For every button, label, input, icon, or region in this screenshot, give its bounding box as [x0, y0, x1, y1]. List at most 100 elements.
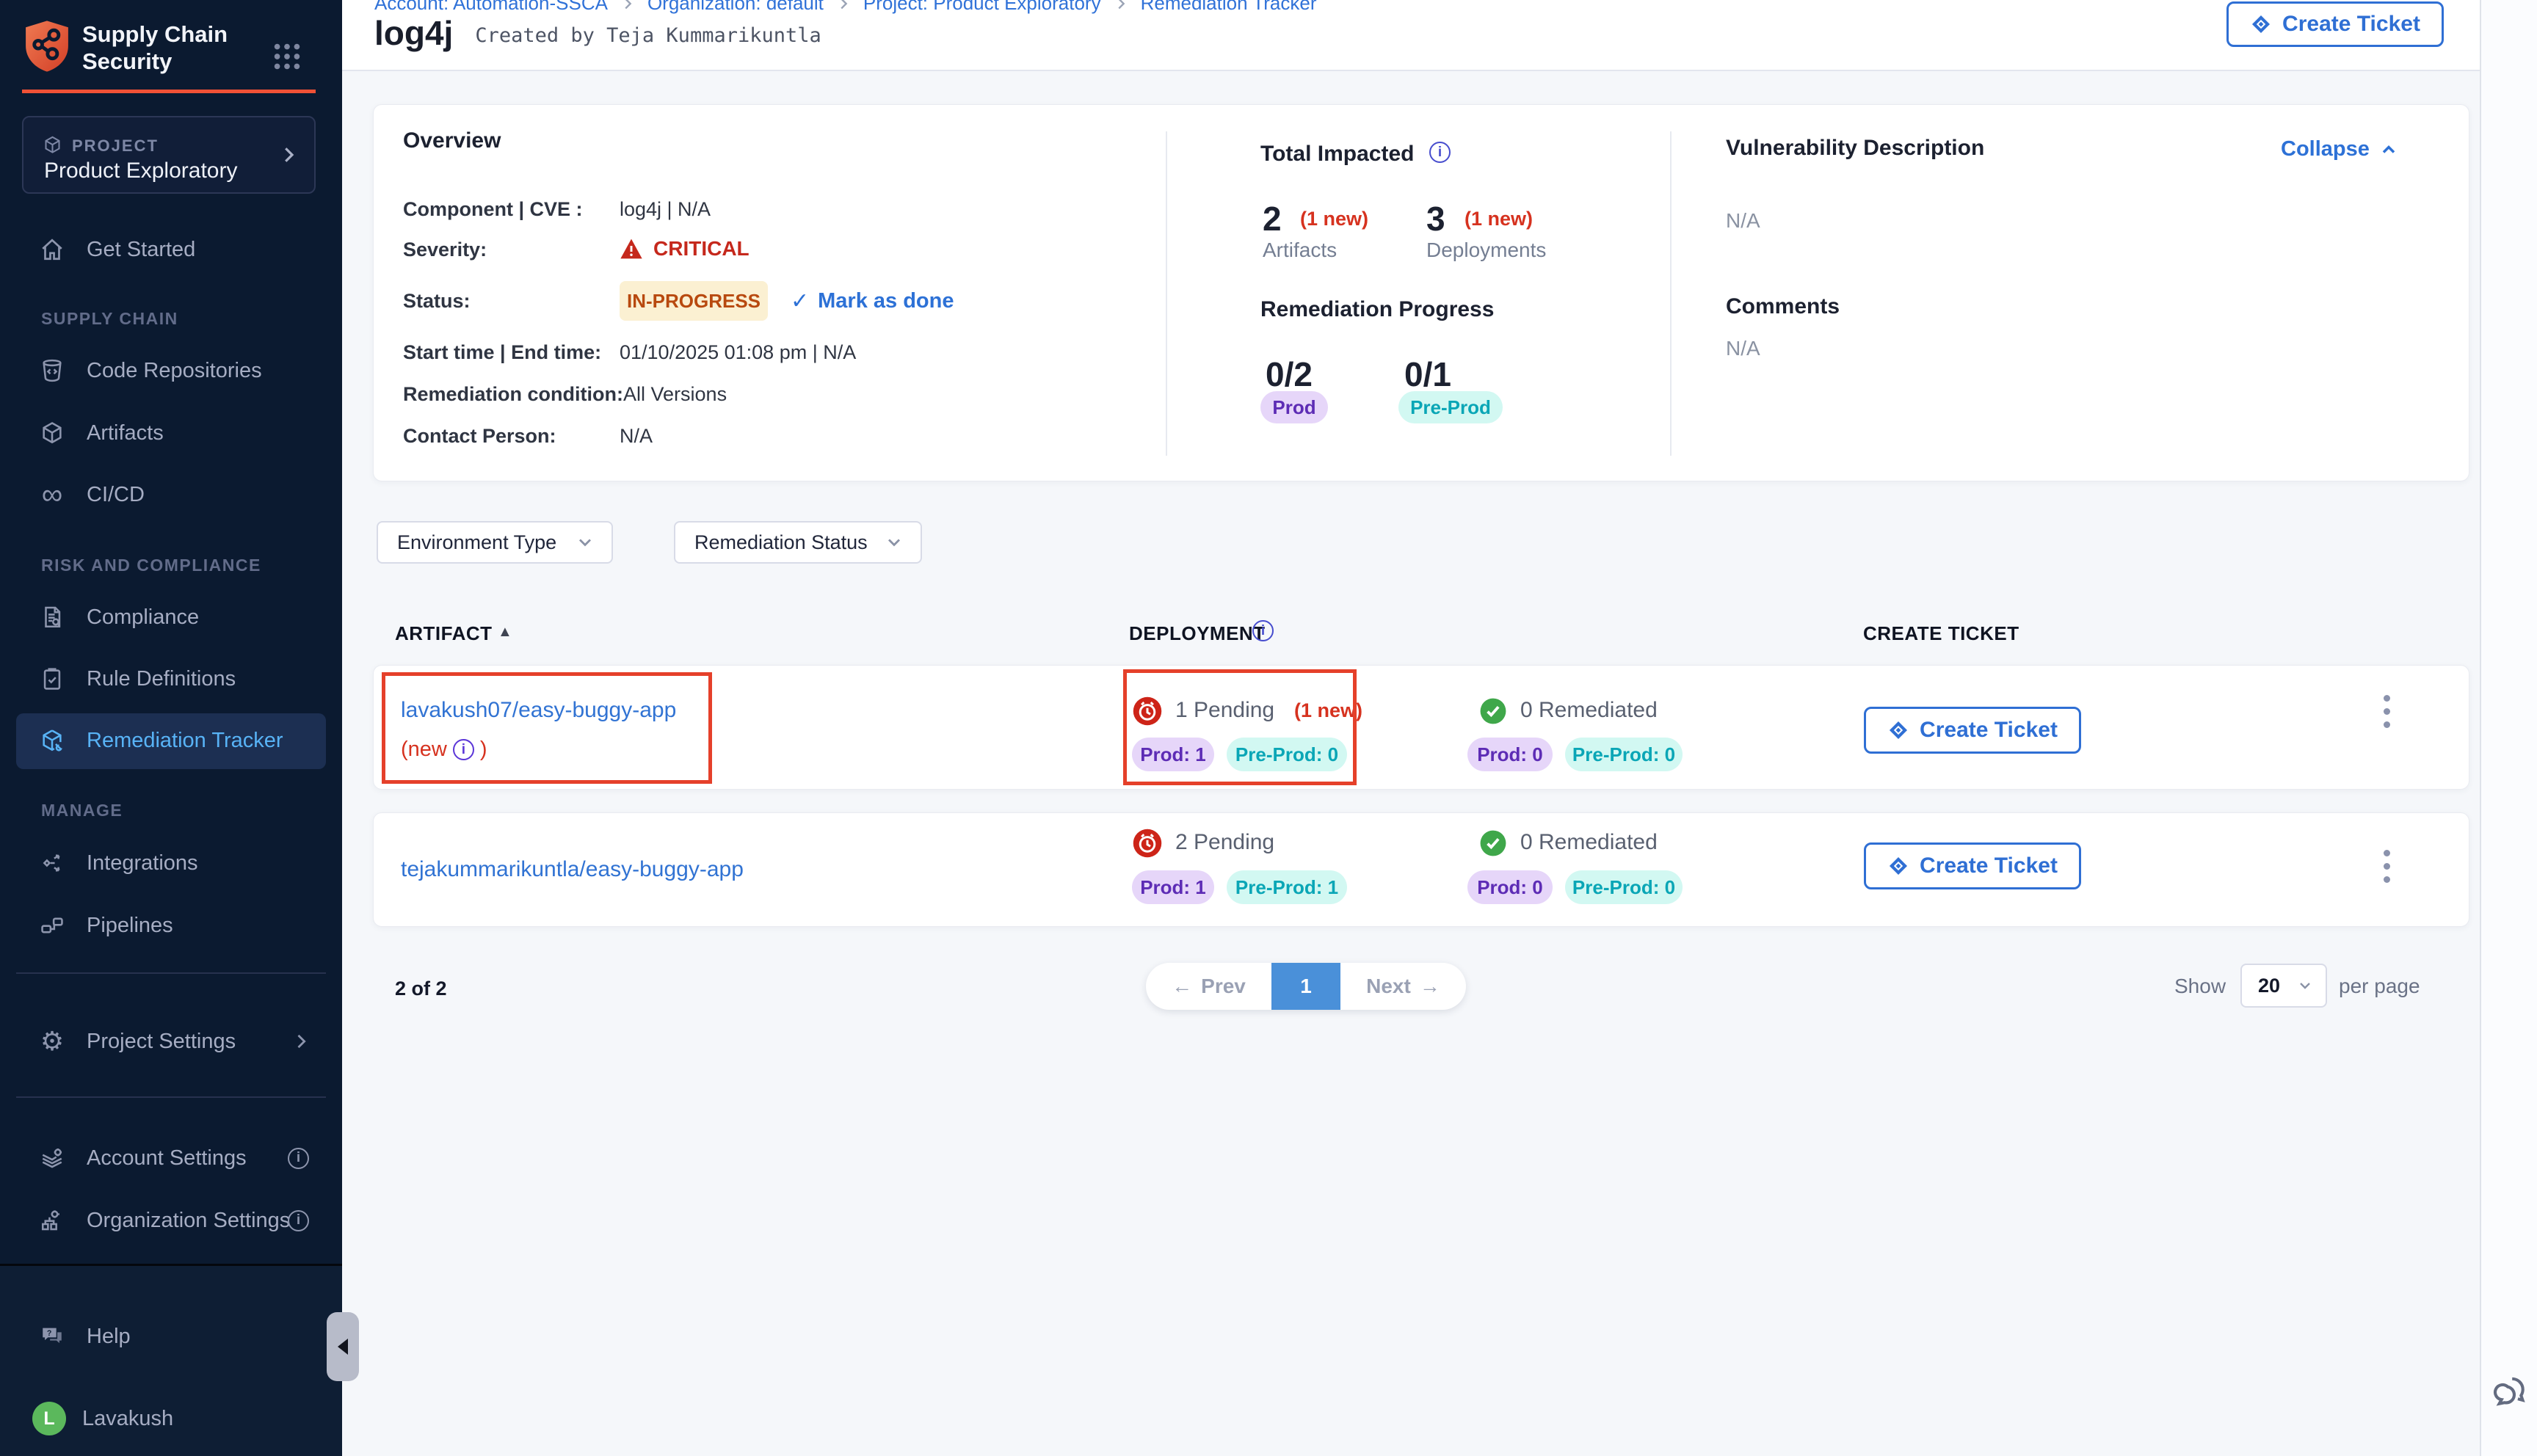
- layers-gear-icon: [38, 1144, 66, 1172]
- deployments-label: Deployments: [1426, 239, 1546, 262]
- create-ticket-button-row[interactable]: Create Ticket: [1864, 842, 2081, 889]
- collapse-label: Collapse: [2281, 137, 2370, 161]
- sidebar-divider: [16, 1096, 326, 1098]
- component-cve-label: Component | CVE :: [403, 198, 583, 221]
- pending-preprod-pill: Pre-Prod: 0: [1227, 738, 1347, 771]
- chevron-right-icon: [291, 1031, 311, 1052]
- create-ticket-label: Create Ticket: [2282, 12, 2420, 37]
- page-header: Account: Automation-SSCA Organization: d…: [342, 0, 2537, 71]
- user-menu[interactable]: L Lavakush: [0, 1395, 342, 1442]
- chevron-down-icon: [884, 532, 904, 553]
- info-icon[interactable]: [1252, 620, 1274, 641]
- module-grid-icon[interactable]: [270, 40, 304, 73]
- sidebar-item-project-settings[interactable]: ⚙ Project Settings: [0, 1018, 342, 1065]
- pending-clock-icon: [1132, 696, 1163, 727]
- chevron-right-icon: [277, 144, 300, 166]
- table-row: lavakush07/easy-buggy-app (new ) 1 Pendi…: [373, 665, 2469, 790]
- row-menu-kebab-icon[interactable]: [2372, 691, 2401, 732]
- severity-value-row: CRITICAL: [620, 237, 750, 261]
- section-risk-and-compliance: RISK AND COMPLIANCE: [41, 556, 261, 575]
- info-icon[interactable]: [288, 1210, 309, 1231]
- mark-as-done-label: Mark as done: [818, 289, 954, 313]
- column-header-create-ticket: CREATE TICKET: [1863, 622, 2019, 645]
- environment-type-filter[interactable]: Environment Type: [377, 521, 613, 564]
- row-menu-kebab-icon[interactable]: [2372, 845, 2401, 887]
- artifacts-label: Artifacts: [1263, 239, 1337, 262]
- ticket-diamond-icon: [1887, 719, 1909, 741]
- breadcrumb-separator-icon: [835, 0, 852, 12]
- project-selector[interactable]: PROJECT Product Exploratory: [22, 116, 316, 194]
- check-icon: [791, 288, 809, 314]
- column-header-artifact[interactable]: ARTIFACT: [395, 622, 493, 645]
- pagination-prev-button[interactable]: Prev: [1146, 963, 1271, 1010]
- card-divider: [1166, 131, 1167, 456]
- sidebar-item-get-started[interactable]: Get Started: [0, 226, 342, 273]
- pipelines-icon: [38, 911, 66, 939]
- gear-icon: ⚙: [38, 1027, 66, 1055]
- info-icon[interactable]: [1429, 142, 1451, 163]
- breadcrumb-remediation-tracker[interactable]: Remediation Tracker: [1141, 0, 1317, 15]
- mark-as-done-link[interactable]: Mark as done: [791, 288, 954, 314]
- breadcrumb-account[interactable]: Account: Automation-SSCA: [374, 0, 608, 15]
- remediated-check-icon: [1479, 697, 1507, 725]
- info-icon[interactable]: [453, 739, 474, 760]
- create-ticket-button-row[interactable]: Create Ticket: [1864, 707, 2081, 754]
- sidebar-item-compliance[interactable]: Compliance: [0, 594, 342, 641]
- sidebar-item-label: CI/CD: [87, 483, 145, 507]
- sidebar-item-help[interactable]: ? Help: [0, 1313, 342, 1360]
- page-size-select[interactable]: 20: [2240, 964, 2327, 1008]
- compliance-doc-icon: [38, 603, 66, 631]
- sidebar-item-label: Organization Settings: [87, 1209, 290, 1233]
- remediated-check-icon: [1479, 829, 1507, 857]
- remediated-preprod-pill: Pre-Prod: 0: [1565, 870, 1683, 904]
- time-value: 01/10/2025 01:08 pm | N/A: [620, 341, 856, 364]
- breadcrumb-separator-icon: [620, 0, 636, 12]
- sidebar-item-cicd[interactable]: ∞ CI/CD: [0, 471, 342, 518]
- pending-new-count: (1 new): [1294, 699, 1362, 722]
- sidebar-item-code-repositories[interactable]: Code Repositories: [0, 347, 342, 394]
- create-ticket-button-top[interactable]: Create Ticket: [2226, 1, 2444, 47]
- sidebar-item-integrations[interactable]: Integrations: [0, 840, 342, 887]
- sidebar-item-account-settings[interactable]: Account Settings: [0, 1135, 342, 1182]
- sidebar-item-pipelines[interactable]: Pipelines: [0, 902, 342, 949]
- title-row: log4j Created by Teja Kummarikuntla: [374, 13, 821, 53]
- sidebar-item-remediation-tracker[interactable]: Remediation Tracker: [0, 717, 342, 764]
- status-badge: IN-PROGRESS: [620, 281, 768, 321]
- sidebar-item-label: Code Repositories: [87, 359, 262, 383]
- sidebar-item-label: Help: [87, 1325, 131, 1349]
- remediation-status-filter[interactable]: Remediation Status: [674, 521, 922, 564]
- sidebar-item-artifacts[interactable]: Artifacts: [0, 410, 342, 456]
- collapse-link[interactable]: Collapse: [2281, 137, 2399, 161]
- home-icon: [38, 236, 66, 263]
- avatar: L: [32, 1402, 66, 1435]
- product-title: Supply Chain Security: [82, 21, 228, 75]
- pagination-next-button[interactable]: Next: [1340, 963, 1466, 1010]
- deployments-new-count: (1 new): [1465, 208, 1533, 230]
- sidebar-item-organization-settings[interactable]: Organization Settings: [0, 1197, 342, 1244]
- artifacts-count: 2: [1263, 199, 1282, 239]
- comments-value: N/A: [1726, 337, 1760, 360]
- sidebar-item-label: Compliance: [87, 605, 199, 630]
- prod-progress-value: 0/2: [1266, 354, 1313, 394]
- artifact-link[interactable]: lavakush07/easy-buggy-app: [401, 698, 676, 723]
- artifact-link[interactable]: tejakummarikuntla/easy-buggy-app: [401, 857, 744, 882]
- project-label: PROJECT: [72, 136, 159, 156]
- user-name: Lavakush: [82, 1407, 173, 1431]
- preprod-pill: Pre-Prod: [1398, 391, 1503, 423]
- sidebar-collapse-handle[interactable]: [327, 1312, 359, 1381]
- overview-heading: Overview: [403, 128, 501, 153]
- support-chat-icon[interactable]: [2490, 1371, 2533, 1413]
- pagination-page-1[interactable]: 1: [1271, 963, 1340, 1010]
- sort-ascending-icon[interactable]: ▲: [498, 624, 512, 641]
- breadcrumb: Account: Automation-SSCA Organization: d…: [374, 0, 1316, 15]
- chevron-down-icon: [2296, 977, 2314, 994]
- sidebar-item-label: Project Settings: [87, 1030, 236, 1054]
- pending-prod-pill: Prod: 1: [1132, 870, 1214, 904]
- info-icon[interactable]: [288, 1148, 309, 1169]
- status-label: Status:: [403, 290, 471, 313]
- section-supply-chain: SUPPLY CHAIN: [41, 309, 178, 329]
- breadcrumb-organization[interactable]: Organization: default: [647, 0, 824, 15]
- severity-value: CRITICAL: [653, 237, 750, 261]
- sidebar-item-rule-definitions[interactable]: Rule Definitions: [0, 655, 342, 702]
- breadcrumb-project[interactable]: Project: Product Exploratory: [863, 0, 1101, 15]
